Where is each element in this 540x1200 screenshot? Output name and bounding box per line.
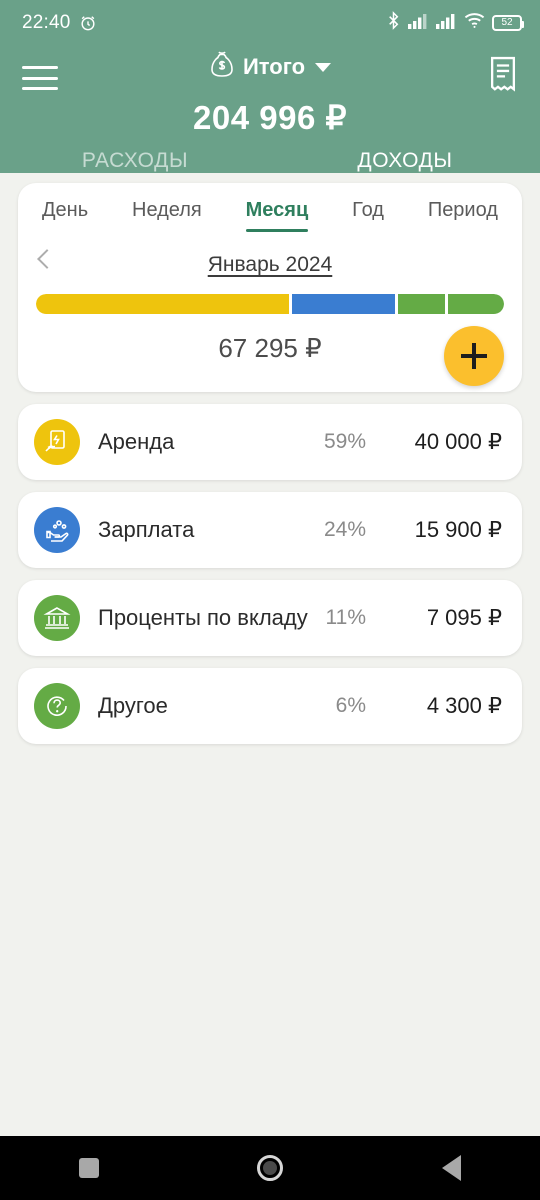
period-label[interactable]: Январь 2024	[36, 253, 504, 277]
period-total-amount: 67 295 ₽	[218, 332, 322, 363]
bar-segment-deposit	[398, 294, 446, 314]
category-amount: 4 300 ₽	[426, 693, 502, 718]
header-title-row: Итого	[0, 46, 540, 102]
plus-icon	[461, 343, 487, 369]
status-clock: 22:40	[22, 12, 71, 33]
range-tab-month[interactable]: Месяц	[245, 199, 308, 232]
app-header: 22:40 52 Итого 204 996 ₽ РАСХОДЫ ДОХОДЫ	[0, 0, 540, 173]
period-navigator: Январь 2024	[36, 248, 504, 282]
status-icons: 52	[386, 11, 524, 35]
category-percent: 6%	[335, 694, 366, 717]
category-amount: 15 900 ₽	[414, 517, 502, 542]
category-row-salary[interactable]: Зарплата 24% 15 900 ₽	[18, 492, 522, 568]
android-navigation-bar	[0, 1136, 540, 1200]
distribution-bar	[36, 294, 504, 314]
category-percent: 24%	[323, 518, 366, 541]
range-tab-week[interactable]: Неделя	[132, 199, 202, 232]
category-row-deposit-interest[interactable]: Проценты по вкладу 11% 7 095 ₽	[18, 580, 522, 656]
category-name: Другое	[98, 693, 168, 718]
back-triangle-icon[interactable]	[441, 1155, 461, 1181]
range-tab-custom[interactable]: Период	[428, 199, 498, 232]
chevron-down-icon[interactable]	[315, 62, 332, 72]
hamburger-bar	[22, 87, 58, 90]
battery-indicator: 52	[492, 15, 524, 31]
add-transaction-button[interactable]	[444, 326, 504, 386]
category-name: Аренда	[98, 429, 175, 454]
question-mark-icon	[34, 683, 80, 729]
home-inner-dot	[263, 1161, 278, 1175]
battery-level-label: 52	[501, 17, 513, 28]
main-content: День Неделя Месяц Год Период Январь 2024…	[0, 173, 540, 1136]
category-name: Зарплата	[98, 517, 195, 542]
hamburger-menu-icon[interactable]	[22, 66, 58, 90]
bar-segment-salary	[292, 294, 396, 314]
rent-hand-document-icon	[34, 419, 80, 465]
hamburger-bar	[22, 76, 58, 80]
bank-building-icon	[34, 595, 80, 641]
bluetooth-icon	[386, 11, 401, 35]
system-status-bar: 22:40 52	[0, 0, 540, 46]
wifi-icon	[464, 12, 485, 34]
total-amount: 204 996 ₽	[193, 99, 347, 136]
period-total-row: 67 295 ₽	[36, 322, 504, 374]
period-range-tabs: День Неделя Месяц Год Период	[36, 199, 504, 232]
app-screen: 22:40 52 Итого 204 996 ₽ РАСХОДЫ ДОХОДЫ …	[0, 0, 540, 1200]
bar-segment-other	[448, 294, 504, 314]
signal-bars-icon	[408, 12, 429, 34]
hamburger-bar	[22, 66, 58, 69]
summary-card: День Неделя Месяц Год Период Январь 2024…	[18, 183, 522, 392]
alarm-icon	[78, 13, 98, 33]
money-bag-icon	[209, 50, 235, 84]
bar-segment-rent	[36, 294, 290, 314]
signal-bars-icon	[436, 12, 457, 34]
range-tab-year[interactable]: Год	[352, 199, 384, 232]
category-amount: 40 000 ₽	[414, 429, 502, 454]
category-percent: 11%	[325, 606, 366, 629]
salary-hand-coins-icon	[34, 507, 80, 553]
account-selector[interactable]: Итого	[209, 50, 332, 84]
category-name: Проценты по вкладу	[98, 605, 308, 630]
account-label: Итого	[242, 54, 306, 79]
range-tab-day[interactable]: День	[42, 199, 88, 232]
category-row-other[interactable]: Другое 6% 4 300 ₽	[18, 668, 522, 744]
recents-square-icon[interactable]	[79, 1158, 100, 1178]
receipt-icon[interactable]	[488, 56, 518, 99]
category-row-rent[interactable]: Аренда 59% 40 000 ₽	[18, 404, 522, 480]
category-amount: 7 095 ₽	[426, 605, 502, 630]
home-circle-icon[interactable]	[257, 1155, 284, 1181]
category-percent: 59%	[323, 430, 366, 453]
